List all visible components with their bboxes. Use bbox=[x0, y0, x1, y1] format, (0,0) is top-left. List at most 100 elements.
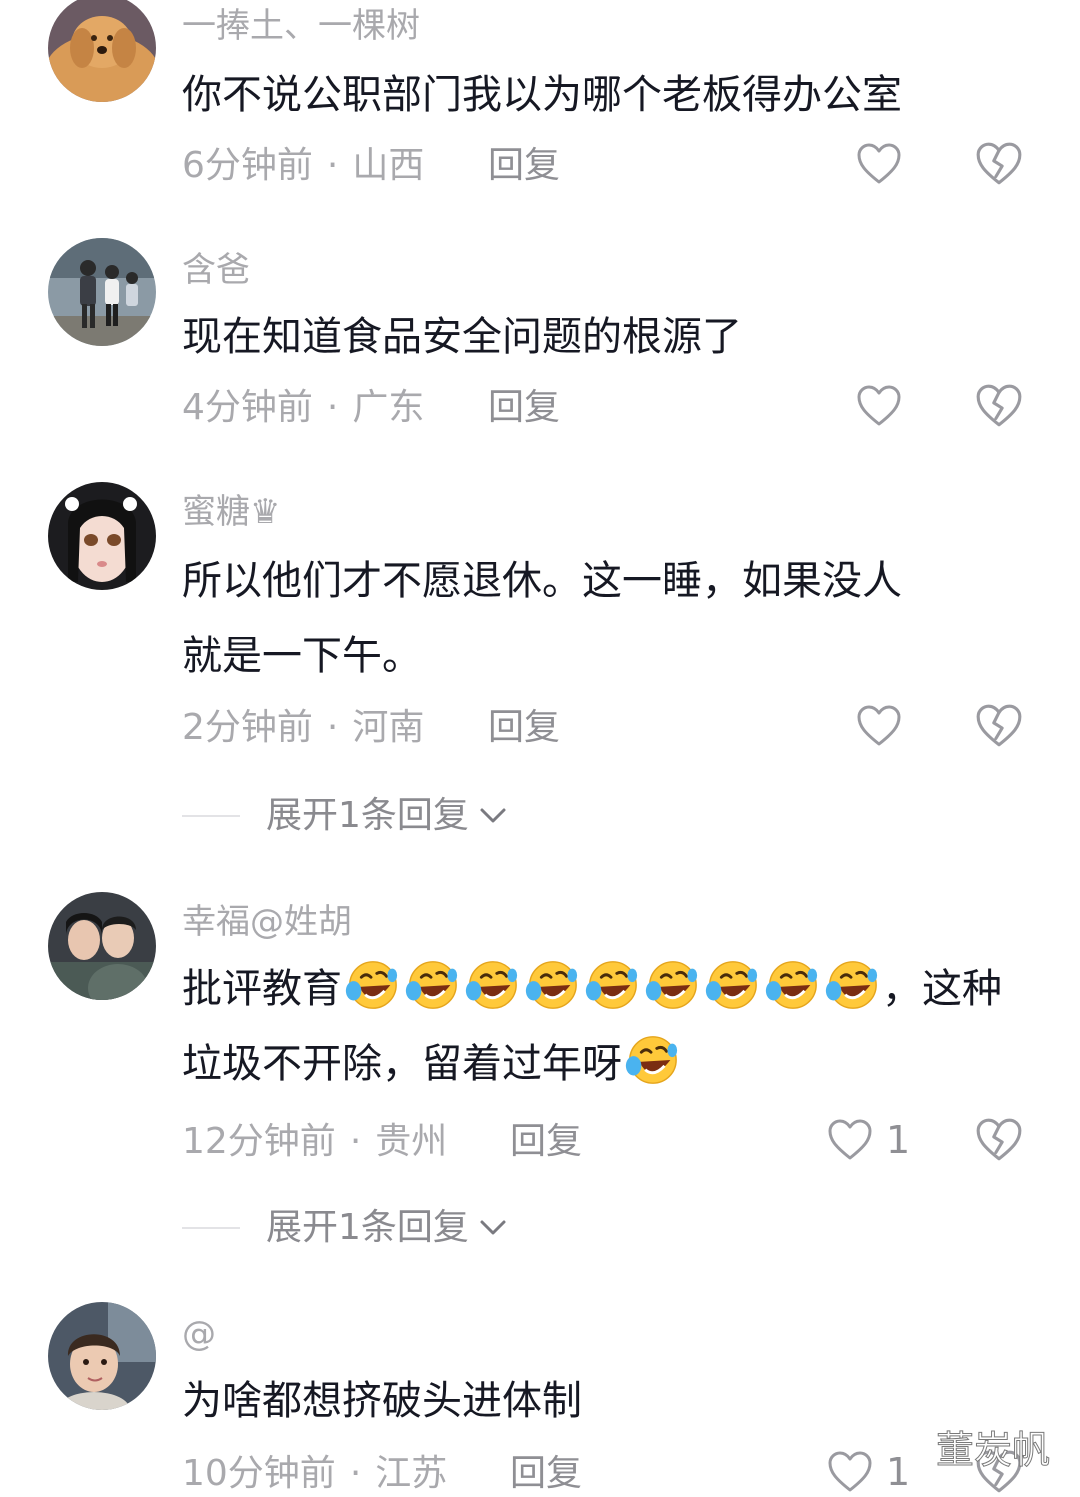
expand-replies-label: 展开1条回复 bbox=[266, 795, 469, 836]
comment-time: 6分钟前 bbox=[182, 145, 313, 186]
family-walking-avatar-icon bbox=[48, 238, 156, 346]
dislike-button[interactable] bbox=[974, 381, 1024, 431]
meta-separator: · bbox=[349, 1453, 362, 1494]
avatar[interactable] bbox=[48, 238, 156, 346]
meta-separator: · bbox=[326, 145, 339, 186]
broken-heart-icon bbox=[976, 1118, 1022, 1161]
child-portrait-avatar-icon bbox=[48, 1302, 156, 1410]
laugh-cry-emoji-icon bbox=[465, 961, 518, 1009]
avatar[interactable] bbox=[48, 0, 156, 102]
reply-button[interactable]: 回复 bbox=[510, 1454, 582, 1494]
like-button[interactable]: 1 bbox=[826, 1116, 910, 1164]
comment-meta: 6分钟前 · 山西 bbox=[182, 146, 424, 186]
comment-text-line: 就是一下午。 bbox=[182, 633, 422, 679]
laugh-cry-emoji-icon bbox=[585, 961, 638, 1009]
broken-heart-icon bbox=[976, 704, 1022, 747]
comment-username[interactable]: 一捧土、一棵树 bbox=[182, 6, 420, 46]
laugh-cry-emoji-icon bbox=[345, 961, 398, 1009]
meta-separator: · bbox=[326, 707, 339, 748]
comment-text-segment: ，这种 bbox=[882, 966, 1002, 1012]
laugh-cry-emoji-icon bbox=[645, 961, 698, 1009]
expand-replies-label: 展开1条回复 bbox=[266, 1207, 469, 1248]
watermark-text: 董炭帆 bbox=[935, 1428, 1051, 1473]
comment-item: 一捧土、一棵树 你不说公职部门我以为哪个老板得办公室 6分钟前 · 山西 回复 bbox=[0, 0, 1080, 200]
chevron-down-icon bbox=[480, 808, 506, 823]
laugh-cry-emoji-icon bbox=[525, 961, 578, 1009]
chevron-down-icon bbox=[480, 1220, 506, 1235]
laugh-cry-emoji-icon bbox=[825, 961, 878, 1009]
dislike-button[interactable] bbox=[974, 1115, 1024, 1165]
comment-text-line: 为啥都想挤破头进体制 bbox=[182, 1378, 582, 1424]
reply-button[interactable]: 回复 bbox=[488, 708, 560, 748]
reply-button[interactable]: 回复 bbox=[510, 1122, 582, 1162]
broken-heart-icon bbox=[976, 384, 1022, 427]
comment-text-segment: 垃圾不开除，留着过年呀 bbox=[182, 1041, 622, 1087]
laugh-cry-emoji-icon bbox=[705, 961, 758, 1009]
comment-text: 为啥都想挤破头进体制 bbox=[182, 1364, 1024, 1439]
comment-text: 现在知道食品安全问题的根源了 bbox=[182, 300, 1024, 375]
comment-item: 含爸 现在知道食品安全问题的根源了 4分钟前 · 广东 回复 bbox=[0, 238, 1080, 448]
comment-meta: 10分钟前 · 江苏 bbox=[182, 1454, 447, 1494]
comment-text: 所以他们才不愿退休。这一睡，如果没人 就是一下午。 bbox=[182, 544, 1024, 694]
meta-separator: · bbox=[349, 1121, 362, 1162]
comment-username[interactable]: 蜜糖♛ bbox=[182, 492, 280, 532]
comment-meta: 4分钟前 · 广东 bbox=[182, 388, 424, 428]
golden-dog-avatar-icon bbox=[48, 0, 156, 102]
comment-text-line: 垃圾不开除，留着过年呀 bbox=[182, 1027, 1024, 1102]
like-button[interactable] bbox=[855, 702, 903, 750]
expand-divider bbox=[182, 1227, 240, 1229]
heart-outline-icon bbox=[828, 1119, 872, 1160]
comment-text-line: 现在知道食品安全问题的根源了 bbox=[182, 314, 742, 360]
comment-item: 幸福@姓胡 批评教育 ，这种 垃圾不开除，留着过年呀 12分钟前 · 贵州 回复 1 … bbox=[0, 892, 1080, 1252]
emoji-group bbox=[622, 1036, 682, 1087]
comment-location: 河南 bbox=[352, 707, 425, 748]
comment-location: 广东 bbox=[352, 387, 425, 428]
comment-time: 2分钟前 bbox=[182, 707, 313, 748]
heart-outline-icon bbox=[857, 705, 901, 746]
comment-location: 江苏 bbox=[375, 1453, 448, 1494]
comment-text: 你不说公职部门我以为哪个老板得办公室 bbox=[182, 58, 1024, 133]
couple-selfie-avatar-icon bbox=[48, 892, 156, 1000]
heart-outline-icon bbox=[857, 385, 901, 426]
comment-username[interactable]: @ bbox=[182, 1314, 216, 1354]
broken-heart-icon bbox=[976, 142, 1022, 185]
comment-meta: 2分钟前 · 河南 bbox=[182, 708, 424, 748]
comment-time: 12分钟前 bbox=[182, 1121, 336, 1162]
heart-outline-icon bbox=[857, 143, 901, 184]
comment-time: 10分钟前 bbox=[182, 1453, 336, 1494]
laugh-cry-emoji-icon bbox=[625, 1036, 678, 1084]
laugh-cry-emoji-icon bbox=[765, 961, 818, 1009]
reply-button[interactable]: 回复 bbox=[488, 146, 560, 186]
comment-location: 贵州 bbox=[375, 1121, 448, 1162]
comment-text-line: 批评教育 ，这种 bbox=[182, 952, 1024, 1027]
comment-text-line: 你不说公职部门我以为哪个老板得办公室 bbox=[182, 72, 902, 118]
like-count: 1 bbox=[886, 1118, 911, 1162]
like-button[interactable] bbox=[855, 382, 903, 430]
avatar[interactable] bbox=[48, 892, 156, 1000]
reply-button[interactable]: 回复 bbox=[488, 388, 560, 428]
comment-text-line: 所以他们才不愿退休。这一睡，如果没人 bbox=[182, 558, 902, 604]
expand-replies-button[interactable]: 展开1条回复 bbox=[182, 796, 507, 836]
dislike-button[interactable] bbox=[974, 139, 1024, 189]
emoji-group bbox=[342, 961, 882, 1012]
comment-username[interactable]: 幸福@姓胡 bbox=[182, 902, 352, 942]
comment-text: 批评教育 ，这种 垃圾不开除，留着过年呀 bbox=[182, 952, 1024, 1102]
dislike-button[interactable] bbox=[974, 701, 1024, 751]
comment-username[interactable]: 含爸 bbox=[182, 250, 250, 290]
avatar[interactable] bbox=[48, 1302, 156, 1410]
anime-girl-avatar-icon bbox=[48, 482, 156, 590]
comment-time: 4分钟前 bbox=[182, 387, 313, 428]
comment-text-segment: 批评教育 bbox=[182, 966, 342, 1012]
expand-replies-button[interactable]: 展开1条回复 bbox=[182, 1208, 507, 1248]
laugh-cry-emoji-icon bbox=[405, 961, 458, 1009]
expand-divider bbox=[182, 815, 240, 817]
avatar[interactable] bbox=[48, 482, 156, 590]
heart-outline-icon bbox=[828, 1451, 872, 1492]
meta-separator: · bbox=[326, 387, 339, 428]
like-button[interactable]: 1 bbox=[826, 1448, 910, 1496]
comment-location: 山西 bbox=[352, 145, 425, 186]
comment-item: @ 为啥都想挤破头进体制 10分钟前 · 江苏 回复 1 bbox=[0, 1302, 1080, 1497]
comment-meta: 12分钟前 · 贵州 bbox=[182, 1122, 447, 1162]
like-button[interactable] bbox=[855, 140, 903, 188]
like-count: 1 bbox=[886, 1450, 911, 1494]
